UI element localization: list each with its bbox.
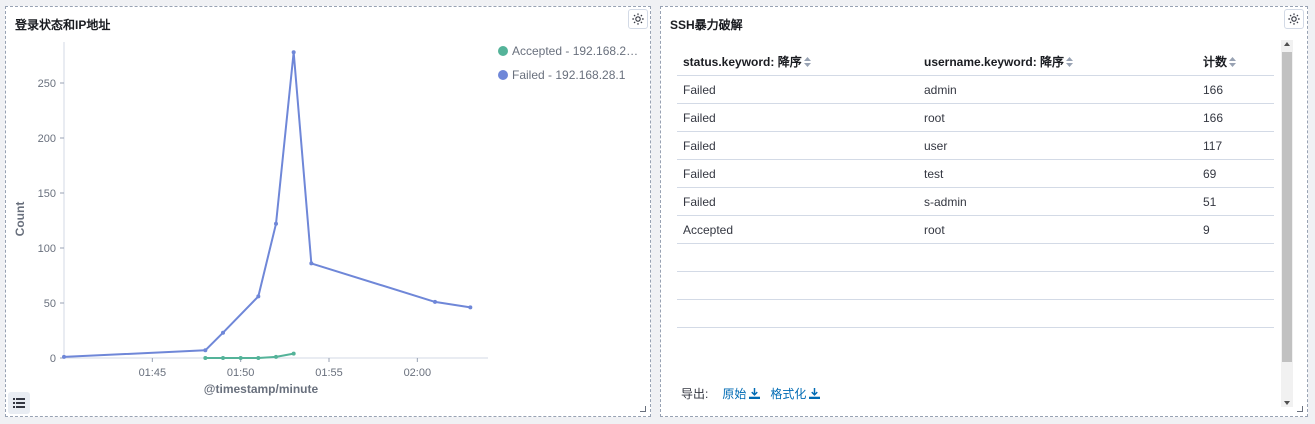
y-tick-label: 50 [44,298,56,310]
scroll-up-arrow[interactable] [1284,42,1290,46]
column-header-username[interactable]: username.keyword: 降序 [918,47,1197,76]
cell-status: Failed [677,131,918,160]
data-point [274,221,278,226]
panel-title: SSH暴力破解 [670,18,743,32]
sort-icon [1229,57,1237,68]
cell-count: 9 [1197,215,1274,244]
cell-status: Failed [677,75,918,104]
data-point [274,354,278,359]
table-header-row: status.keyword: 降序 username.keyword: 降序 … [677,47,1274,76]
y-tick-label: 0 [50,353,56,365]
table-row: Failed test 69 [677,159,1274,188]
panel-options-button[interactable] [628,9,648,29]
data-point [433,299,437,304]
gear-icon [1288,13,1300,25]
sort-icon [1066,57,1074,68]
export-formatted-link[interactable]: 格式化 [770,385,821,402]
resize-handle[interactable] [1297,406,1303,412]
series-line-failed [63,51,471,358]
legend-item-failed[interactable]: Failed - 192.168.28.1 [498,68,625,82]
export-formatted-text: 格式化 [770,387,807,401]
table-row: Failed admin 166 [677,75,1274,104]
cell-username: s-admin [918,187,1197,216]
table-row-empty [677,299,1274,328]
y-tick-label: 250 [38,78,56,90]
cell-status: Failed [677,159,918,188]
data-point [62,354,66,359]
cell-status: Accepted [677,215,918,244]
scrollbar-thumb[interactable] [1282,52,1292,362]
column-header-count[interactable]: 计数 [1197,47,1274,76]
export-bar: 导出: 原始 格式化 [681,385,830,402]
x-tick-label: 01:55 [315,367,343,379]
scroll-down-arrow[interactable] [1284,401,1290,405]
ssh-bruteforce-panel: SSH暴力破解 status.keyword: 降序 username.keyw… [660,6,1308,417]
data-point [221,330,225,335]
data-point [256,356,261,360]
x-tick-label: 01:45 [139,367,167,379]
column-label: 计数 [1203,54,1228,69]
panel-options-button[interactable] [1284,9,1304,29]
cell-username: root [918,215,1197,244]
resize-handle[interactable] [640,406,646,412]
legend-dot [498,70,508,80]
data-point [238,356,243,360]
x-tick-label: 02:00 [404,367,432,379]
table-row: Failed s-admin 51 [677,187,1274,216]
data-point [309,261,314,266]
table-row: Failed root 166 [677,103,1274,132]
table-row-empty [677,243,1274,272]
cell-count: 166 [1197,103,1274,132]
cell-count: 166 [1197,75,1274,104]
data-point [291,50,296,55]
y-tick-label: 150 [38,188,56,200]
legend-label: Accepted - 192.168.2… [512,44,639,58]
line-chart: 0 50 100 150 200 250 01:45 01:50 01:55 02:00 @time… [13,42,488,396]
cell-count: 51 [1197,187,1274,216]
y-tick-label: 200 [38,133,56,145]
legend-toggle-button[interactable] [8,392,30,414]
cell-username: test [918,159,1197,188]
data-point [468,305,473,310]
cell-status: Failed [677,187,918,216]
x-tick-label: 01:50 [227,367,255,379]
x-axis-title: @timestamp/minute [204,382,319,396]
legend-label: Failed - 192.168.28.1 [512,68,626,82]
y-tick-label: 100 [38,243,56,255]
table-row: Accepted root 9 [677,215,1274,244]
data-point [291,351,296,356]
data-point [256,294,261,299]
cell-status: Failed [677,103,918,132]
cell-username: user [918,131,1197,160]
table-row: Failed user 117 [677,131,1274,160]
list-icon [13,398,25,408]
data-point [203,356,208,360]
cell-count: 117 [1197,131,1274,160]
sort-icon [803,57,811,68]
scrollbar[interactable] [1281,40,1293,407]
cell-count: 69 [1197,159,1274,188]
export-label: 导出: [681,387,709,401]
cell-username: root [918,103,1197,132]
data-table: status.keyword: 降序 username.keyword: 降序 … [677,47,1274,328]
legend-dot [498,46,508,56]
y-axis-title: Count [13,202,27,237]
download-icon [749,388,761,399]
export-raw-text: 原始 [722,387,747,401]
data-point [203,348,208,353]
download-icon [809,388,821,399]
login-status-panel: 登录状态和IP地址 Accepted - 192.168.2… Failed -… [5,6,651,417]
column-header-status[interactable]: status.keyword: 降序 [677,47,918,76]
column-label: username.keyword: 降序 [924,54,1065,69]
export-raw-link[interactable]: 原始 [722,385,761,402]
table-row-empty [677,271,1274,300]
column-label: status.keyword: 降序 [683,54,802,69]
cell-username: admin [918,75,1197,104]
gear-icon [632,13,644,25]
series-line-accepted [205,352,294,359]
data-point [221,356,225,360]
legend-item-accepted[interactable]: Accepted - 192.168.2… [498,44,638,58]
